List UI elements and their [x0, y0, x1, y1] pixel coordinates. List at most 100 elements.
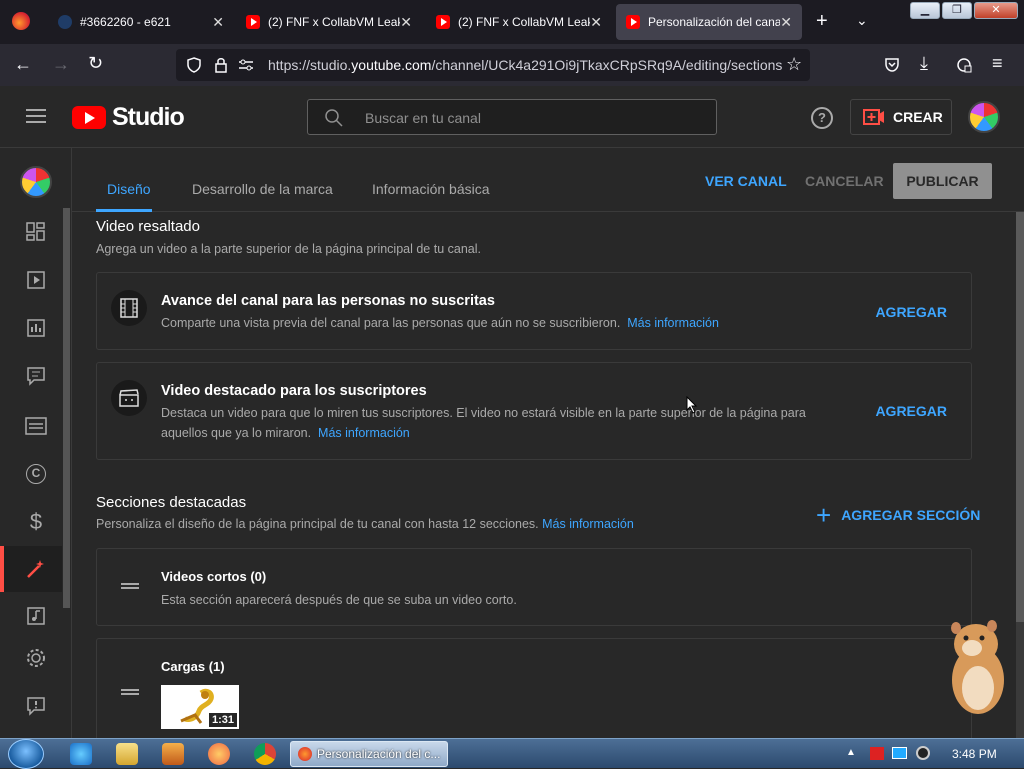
- channel-avatar[interactable]: [20, 166, 52, 198]
- url-bar[interactable]: https://studio.youtube.com/channel/UCk4a…: [176, 49, 810, 81]
- window-controls: ▁ ❐ ✕: [910, 2, 1018, 19]
- browser-nav-bar: ← → ↻ https://studio.youtube.com/channel…: [0, 44, 1024, 86]
- add-trailer-button[interactable]: AGREGAR: [875, 304, 947, 320]
- tab-design[interactable]: Diseño: [107, 181, 151, 197]
- tab-close-icon[interactable]: ✕: [212, 14, 224, 31]
- learn-more-link[interactable]: Más información: [627, 316, 719, 330]
- cancel-button[interactable]: CANCELAR: [805, 173, 884, 189]
- browser-tab-personalizacion[interactable]: Personalización del canal ✕: [616, 4, 802, 40]
- account-avatar[interactable]: [968, 101, 1000, 133]
- audio-library-icon[interactable]: [22, 602, 50, 630]
- feedback-icon[interactable]: [22, 692, 50, 720]
- featured-sections-title: Secciones destacadas: [96, 494, 247, 511]
- subtitles-icon[interactable]: [22, 412, 50, 440]
- add-section-button[interactable]: + AGREGAR SECCIÓN: [816, 500, 980, 530]
- forward-arrow-icon[interactable]: →: [52, 54, 70, 75]
- permissions-icon[interactable]: [238, 58, 254, 72]
- plus-icon: +: [816, 500, 832, 530]
- bookmark-star-icon[interactable]: ☆: [786, 54, 802, 75]
- add-featured-video-button[interactable]: AGREGAR: [875, 403, 947, 419]
- section-uploads-card[interactable]: Cargas (1) 1:31: [96, 638, 972, 738]
- create-button[interactable]: CREAR: [850, 99, 952, 135]
- section-title: Videos cortos (0): [161, 569, 267, 584]
- create-label: CREAR: [893, 109, 943, 125]
- monetization-icon[interactable]: $: [22, 508, 50, 536]
- paint-icon[interactable]: [208, 743, 230, 765]
- dashboard-icon[interactable]: [22, 218, 50, 246]
- drag-handle-icon[interactable]: [121, 583, 139, 589]
- internet-explorer-icon[interactable]: [70, 743, 92, 765]
- learn-more-link[interactable]: Más información: [318, 426, 410, 440]
- tab-basic-info[interactable]: Información básica: [372, 181, 490, 197]
- sidebar-scrollbar[interactable]: [63, 208, 70, 608]
- tab-close-icon[interactable]: ✕: [780, 14, 792, 31]
- customization-wand-icon[interactable]: [22, 555, 50, 583]
- video-thumbnail[interactable]: 1:31: [161, 685, 239, 729]
- featured-subscriber-video-card: Video destacado para los suscriptores De…: [96, 362, 972, 460]
- extension-icon[interactable]: [956, 57, 972, 73]
- studio-header: Studio Buscar en tu canal ? CREAR: [0, 86, 1024, 148]
- taskbar-active-firefox-window[interactable]: Personalización del c...: [290, 741, 448, 767]
- tab-title: (2) FNF x CollabVM Leaks: [268, 15, 401, 29]
- start-button[interactable]: [8, 739, 44, 769]
- section-shorts-card[interactable]: Videos cortos (0) Esta sección aparecerá…: [96, 548, 972, 626]
- tab-close-icon[interactable]: ✕: [400, 14, 412, 31]
- featured-sections-subtitle: Personaliza el diseño de la página princ…: [96, 517, 634, 531]
- tab-branding[interactable]: Desarrollo de la marca: [192, 181, 333, 197]
- search-input[interactable]: Buscar en tu canal: [307, 99, 717, 135]
- video-duration: 1:31: [208, 713, 237, 727]
- back-arrow-icon[interactable]: ←: [14, 54, 32, 75]
- pocket-icon[interactable]: [884, 57, 900, 73]
- youtube-logo-icon[interactable]: [72, 106, 106, 129]
- media-player-icon[interactable]: [162, 743, 184, 765]
- e621-favicon-icon: [58, 15, 72, 29]
- hamburger-menu-icon[interactable]: ≡: [992, 53, 1003, 74]
- content-scrollbar-thumb[interactable]: [1016, 212, 1024, 622]
- tray-flag-icon[interactable]: [870, 747, 884, 760]
- active-tab-indicator: [96, 209, 152, 212]
- tray-expand-icon[interactable]: ▲: [846, 747, 856, 758]
- search-placeholder: Buscar en tu canal: [365, 110, 481, 126]
- featured-video-subtitle: Agrega un video a la parte superior de l…: [96, 242, 481, 256]
- content-icon[interactable]: [22, 266, 50, 294]
- hamster-overlay-image: [946, 618, 1008, 718]
- close-window-button[interactable]: ✕: [974, 2, 1018, 19]
- tab-close-icon[interactable]: ✕: [590, 14, 602, 31]
- analytics-icon[interactable]: [22, 314, 50, 342]
- lock-icon[interactable]: [214, 57, 228, 73]
- shield-icon[interactable]: [186, 57, 202, 73]
- file-explorer-icon[interactable]: [116, 743, 138, 765]
- chrome-icon[interactable]: [254, 743, 276, 765]
- publish-button[interactable]: PUBLICAR: [893, 163, 992, 199]
- video-add-icon: [863, 109, 884, 125]
- reload-icon[interactable]: ↻: [88, 53, 103, 74]
- tab-list-chevron-icon[interactable]: ⌄: [856, 12, 868, 29]
- settings-gear-icon[interactable]: [22, 644, 50, 672]
- firefox-icon[interactable]: [12, 12, 30, 30]
- card-title: Avance del canal para las personas no su…: [161, 293, 495, 309]
- download-icon[interactable]: ⤓: [920, 53, 928, 74]
- hamburger-menu-icon[interactable]: [26, 108, 46, 124]
- tray-display-icon[interactable]: [892, 747, 907, 759]
- browser-tab-fnf-2[interactable]: (2) FNF x CollabVM Leaks ✕: [426, 4, 612, 40]
- browser-tab-e621[interactable]: #3662260 - e621 ✕: [48, 4, 234, 40]
- maximize-button[interactable]: ❐: [942, 2, 972, 19]
- tab-title: #3662260 - e621: [80, 15, 171, 29]
- drag-handle-icon[interactable]: [121, 689, 139, 695]
- browser-tab-fnf-1[interactable]: (2) FNF x CollabVM Leaks ✕: [236, 4, 422, 40]
- help-icon[interactable]: ?: [811, 107, 833, 129]
- minimize-button[interactable]: ▁: [910, 2, 940, 19]
- copyright-icon[interactable]: C: [22, 460, 50, 488]
- search-icon: [325, 109, 343, 127]
- view-channel-button[interactable]: VER CANAL: [705, 173, 787, 189]
- channel-trailer-card: Avance del canal para las personas no su…: [96, 272, 972, 350]
- card-description: Destaca un video para que lo miren tus s…: [161, 406, 806, 440]
- studio-logo-text[interactable]: Studio: [112, 103, 185, 132]
- tray-volume-icon[interactable]: [916, 746, 930, 760]
- comments-icon[interactable]: [22, 362, 50, 390]
- taskbar-clock[interactable]: 3:48 PM: [952, 747, 997, 761]
- card-description: Comparte una vista previa del canal para…: [161, 316, 719, 330]
- new-tab-plus-icon[interactable]: +: [816, 10, 828, 33]
- learn-more-link[interactable]: Más información: [542, 517, 634, 531]
- youtube-favicon-icon: [436, 15, 450, 29]
